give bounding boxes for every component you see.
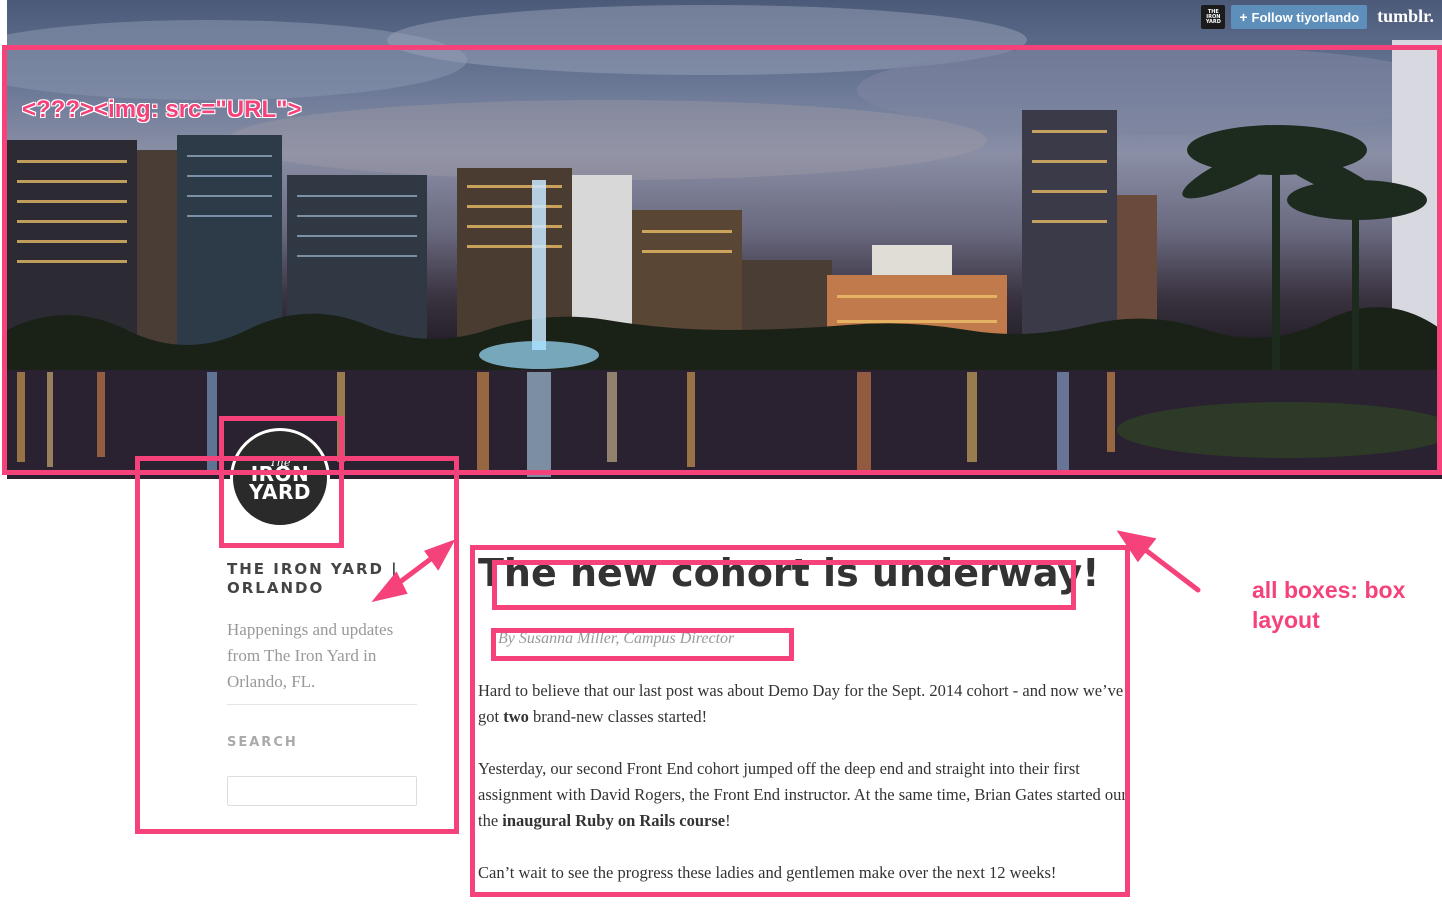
annotation-header-label: <???><img: src="URL"> — [22, 96, 302, 123]
plus-icon: + — [1239, 9, 1248, 25]
follow-button-label: Follow tiyorlando — [1251, 9, 1360, 25]
arrow-to-post-line — [1132, 539, 1201, 593]
tumblr-controls: THE IRON YARD + Follow tiyorlando tumblr… — [1201, 4, 1436, 30]
blog-avatar-text: THE IRON YARD — [1205, 8, 1221, 25]
tumblr-logo[interactable]: tumblr. — [1373, 6, 1436, 29]
annotation-layout-note: all boxes: box layout — [1252, 577, 1406, 633]
annotation-box-sidebar — [135, 456, 459, 834]
blog-avatar-icon[interactable]: THE IRON YARD — [1201, 5, 1226, 29]
annotation-box-byline — [491, 628, 794, 661]
annotation-box-title — [492, 560, 1076, 610]
follow-button[interactable]: + Follow tiyorlando — [1231, 5, 1368, 29]
